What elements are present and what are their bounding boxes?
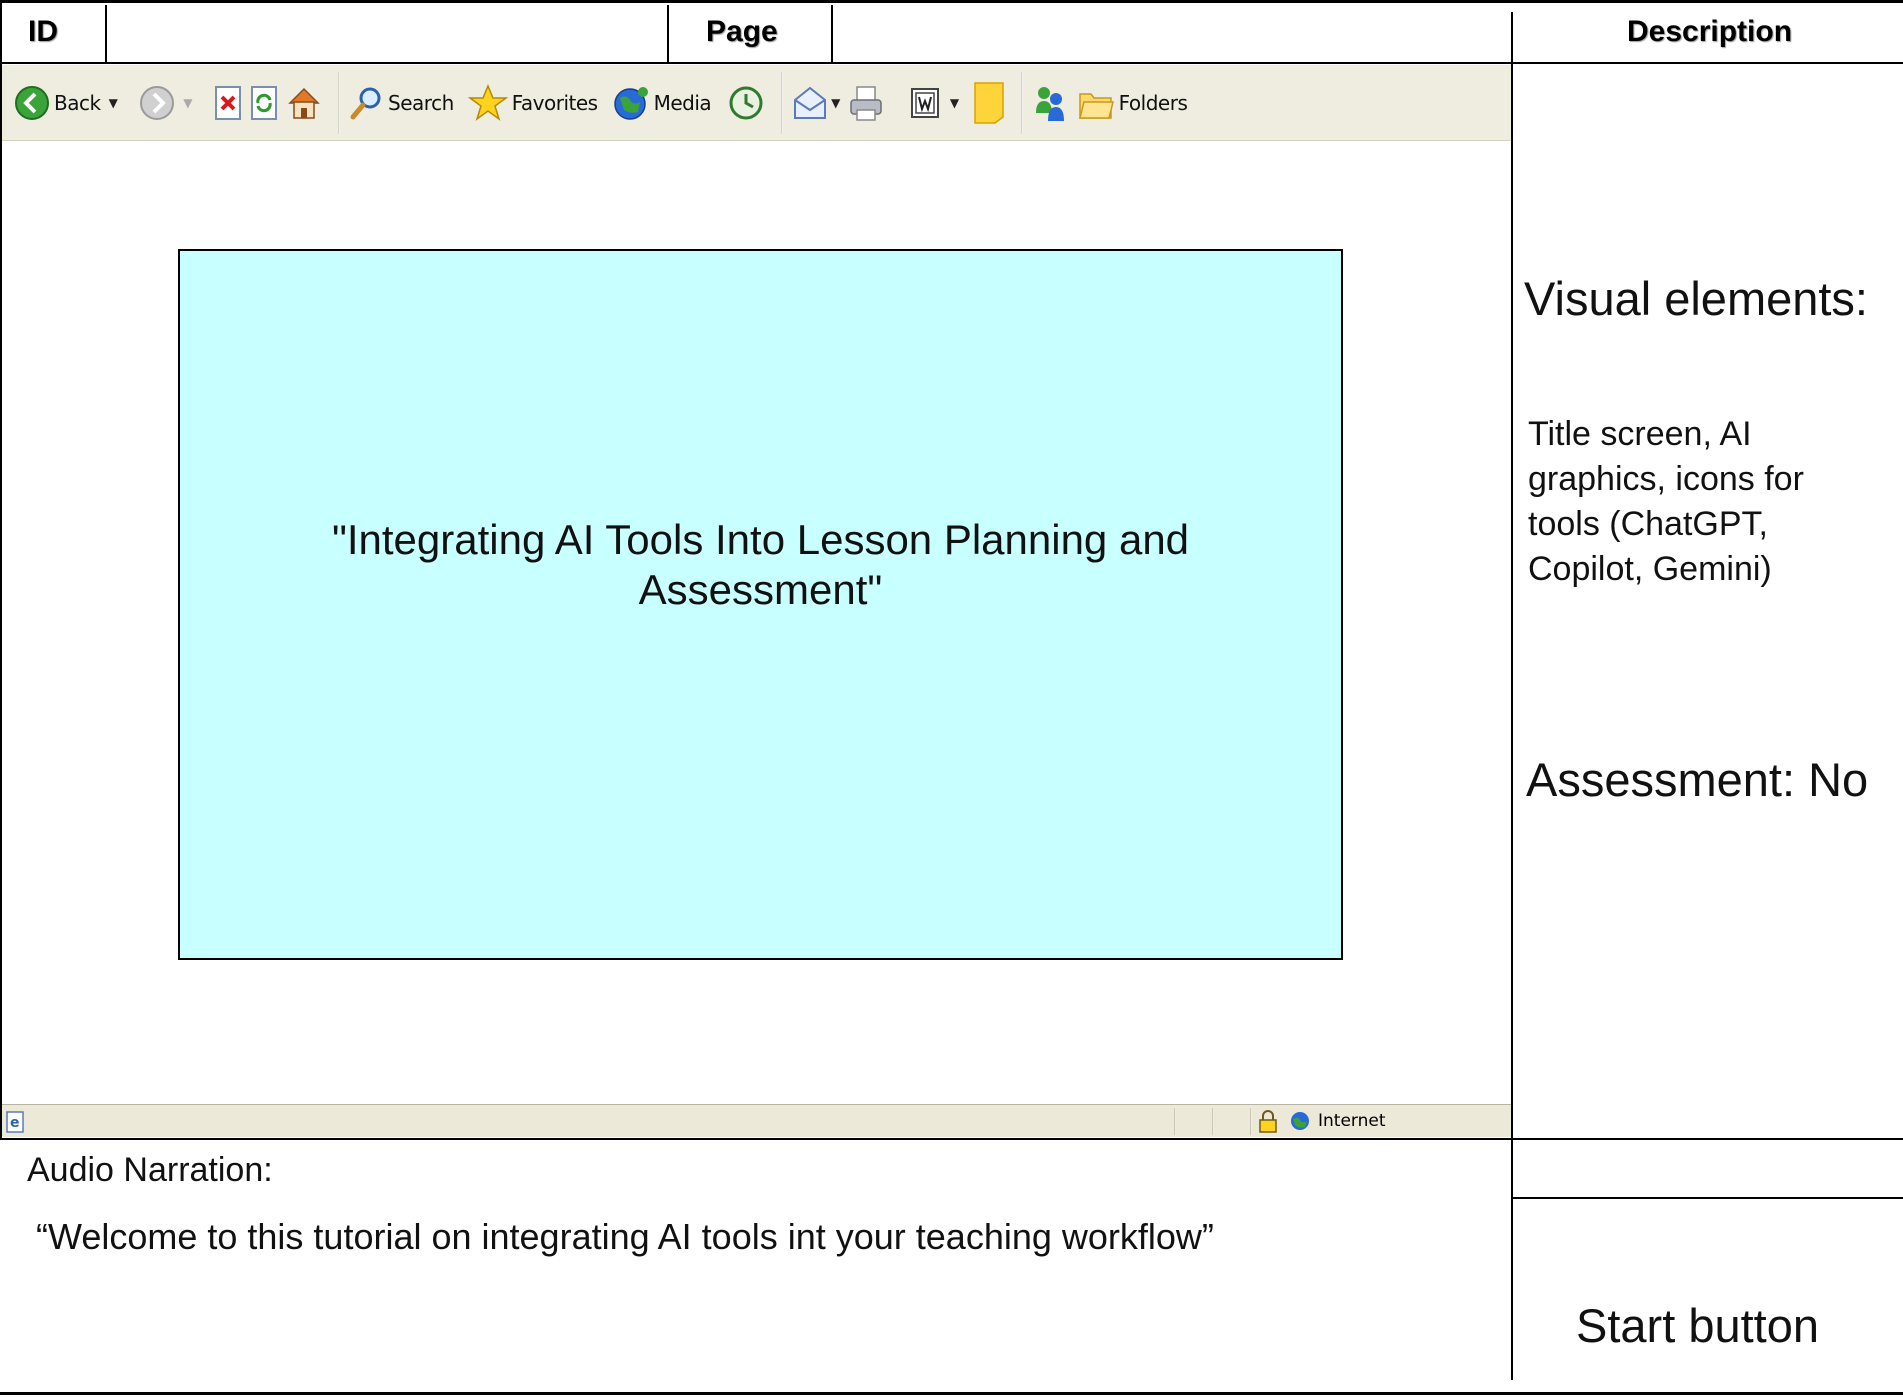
media-globe-icon: [613, 86, 648, 120]
audio-narration-text: “Welcome to this tutorial on integrating…: [36, 1216, 1214, 1257]
favorites-button[interactable]: Favorites: [467, 73, 598, 133]
stop-icon: [215, 85, 242, 120]
home-button[interactable]: [286, 73, 322, 133]
refresh-button[interactable]: [250, 73, 278, 133]
left-border: [0, 0, 2, 1140]
id-header: ID: [28, 15, 58, 48]
internet-zone-icon: [1291, 1112, 1309, 1130]
description-header: Description: [1627, 15, 1793, 48]
narration-top-border: [0, 1138, 1903, 1140]
messenger-icon: [1035, 86, 1064, 121]
folders-label: Folders: [1118, 90, 1188, 115]
back-button[interactable]: Back ▼: [14, 73, 118, 133]
media-button[interactable]: Media: [612, 73, 712, 133]
bottom-border: [0, 1392, 1903, 1395]
page-right-divider: [831, 5, 833, 62]
id-divider: [105, 5, 107, 62]
start-button-text: Start button: [1576, 1299, 1819, 1352]
back-label: Back: [54, 90, 101, 115]
favorites-label: Favorites: [511, 90, 598, 115]
visual-elements-heading: Visual elements:: [1524, 272, 1868, 325]
media-label: Media: [653, 90, 712, 115]
assessment-text: Assessment: No: [1526, 753, 1869, 806]
toolbar-separator: [781, 71, 784, 134]
favorites-star-icon: [467, 83, 508, 121]
stop-button[interactable]: [214, 73, 242, 133]
toolbar-separator: [1020, 71, 1023, 134]
status-divider: [1212, 1108, 1214, 1135]
back-arrow-icon: [15, 85, 49, 120]
edit-button[interactable]: ▼: [910, 73, 959, 133]
mail-icon: [794, 86, 827, 119]
internet-zone-label: Internet: [1318, 1111, 1386, 1131]
print-button[interactable]: [848, 73, 884, 133]
search-icon: [350, 87, 381, 119]
forward-button[interactable]: ▼: [139, 73, 193, 133]
browser-statusbar: e Internet: [2, 1104, 1511, 1137]
header-bottom-border: [0, 62, 1903, 64]
audio-narration-label: Audio Narration:: [27, 1151, 273, 1189]
folders-button[interactable]: Folders: [1077, 73, 1188, 133]
back-dropdown-icon[interactable]: ▼: [109, 96, 118, 110]
forward-arrow-icon: [140, 85, 175, 120]
search-label: Search: [388, 90, 454, 115]
lock-icon: [1259, 1110, 1277, 1133]
svg-text:e: e: [10, 1115, 20, 1131]
toolbar-separator: [338, 71, 341, 134]
mail-button[interactable]: ▼: [791, 73, 840, 133]
page-header: Page: [706, 15, 778, 48]
history-button[interactable]: [727, 73, 765, 133]
status-divider: [1174, 1108, 1176, 1135]
slide-preview: "Integrating AI Tools Into Lesson Planni…: [178, 249, 1343, 960]
right-row-divider: [1511, 1197, 1903, 1199]
forward-dropdown-icon[interactable]: ▼: [183, 96, 192, 110]
status-divider: [1250, 1108, 1252, 1135]
page-status-icon: e: [6, 1111, 24, 1133]
discuss-button[interactable]: [973, 73, 1005, 133]
history-icon: [729, 86, 763, 119]
browser-toolbar: Back ▼ ▼ Search Favorites Media ▼ ▼ Fold…: [2, 65, 1511, 141]
mail-dropdown-icon[interactable]: ▼: [831, 96, 840, 110]
note-icon: [973, 81, 1004, 124]
edit-dropdown-icon[interactable]: ▼: [950, 96, 959, 110]
search-button[interactable]: Search: [348, 73, 454, 133]
page-left-divider: [667, 5, 669, 62]
refresh-icon: [251, 85, 278, 120]
messenger-button[interactable]: [1031, 73, 1069, 133]
visual-elements-text: Title screen, AI graphics, icons for too…: [1528, 415, 1804, 588]
word-edit-icon: [910, 87, 939, 118]
printer-icon: [850, 85, 882, 121]
slide-title: "Integrating AI Tools Into Lesson Planni…: [331, 515, 1190, 613]
folder-icon: [1078, 92, 1114, 119]
top-border: [0, 0, 1903, 3]
home-icon: [288, 87, 320, 119]
column-divider: [1511, 12, 1513, 1380]
